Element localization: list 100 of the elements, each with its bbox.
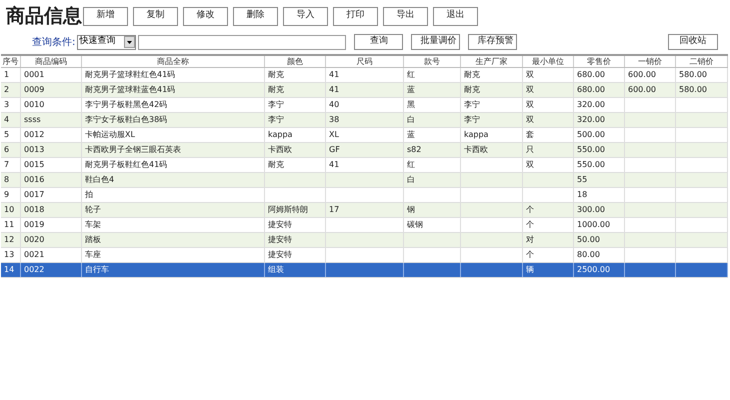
table-cell: 11 (4, 220, 14, 229)
table-cell: 耐克 (268, 70, 284, 79)
action-button[interactable]: 查询 (354, 34, 404, 50)
table-cell: GF (329, 145, 340, 154)
column-header[interactable]: 生产厂家 (461, 56, 523, 67)
table-cell: XL (329, 130, 339, 139)
toolbar-button[interactable]: 复制 (133, 6, 178, 26)
table-cell: 个 (526, 250, 534, 259)
table-cell: 5 (4, 130, 10, 139)
table-row[interactable]: 12 0020 踏板 捷安特 对 50.00 (1, 233, 728, 248)
table-cell: 320.00 (577, 100, 605, 109)
table-cell: 鞋白色4 (85, 175, 114, 184)
query-input[interactable] (138, 34, 346, 50)
table-cell: 40 (329, 100, 340, 109)
table-cell: 车架 (85, 220, 101, 229)
table-cell: 捷安特 (268, 250, 292, 259)
table-row[interactable]: 2 0009 耐克男子篮球鞋蓝色41码 耐克 41 蓝 耐克 双 680.00 600.00 580.00 (1, 83, 728, 98)
table-cell: 碳钢 (407, 220, 423, 229)
table-cell: 双 (526, 85, 534, 94)
toolbar-button[interactable]: 导出 (383, 6, 428, 26)
column-header[interactable]: 序号 (1, 56, 21, 67)
table-row[interactable]: 8 0016 鞋白色4 白 55 (1, 173, 728, 188)
table-cell: 12 (4, 235, 14, 244)
table-cell: 轮子 (85, 205, 101, 214)
table-cell: 0022 (24, 265, 44, 274)
table-cell: 红 (407, 70, 415, 79)
table-row[interactable]: 11 0019 车架 捷安特 碳钢 个 1000.00 (1, 218, 728, 233)
table-cell: 白 (407, 175, 415, 184)
table-cell: 辆 (526, 265, 534, 274)
table-cell: 红 (407, 160, 415, 169)
table-row[interactable]: 5 0012 卡帕运动服XL kappa XL 蓝 kappa 套 500.00 (1, 128, 728, 143)
table-row[interactable]: 10 0018 轮子 阿姆斯特朗 17 钢 个 300.00 (1, 203, 728, 218)
column-header[interactable]: 颜色 (265, 56, 326, 67)
table-cell: 双 (526, 70, 534, 79)
table-cell: 耐克 (464, 70, 480, 79)
table-cell: 680.00 (577, 85, 605, 94)
table-cell: 车座 (85, 250, 101, 259)
column-header[interactable]: 尺码 (326, 56, 404, 67)
table-cell: 只 (526, 145, 534, 154)
column-header[interactable]: 二销价 (676, 56, 728, 67)
table-cell: 钢 (407, 205, 415, 214)
table-cell: 耐克男子板鞋红色41码 (85, 160, 168, 169)
table-cell: 41 (329, 85, 340, 94)
table-row[interactable]: 6 0013 卡西欧男子全钢三眼石英表 卡西欧 GF s82 卡西欧 只 550.00 (1, 143, 728, 158)
table-row[interactable]: 4 ssss 李宁女子板鞋白色38码 李宁 38 白 李宁 双 320.00 (1, 113, 728, 128)
table-row[interactable]: 13 0021 车座 捷安特 个 80.00 (1, 248, 728, 263)
toolbar-button[interactable]: 删除 (233, 6, 278, 26)
column-header[interactable]: 商品编码 (21, 56, 82, 67)
toolbar-button[interactable]: 导入 (283, 6, 328, 26)
table-cell: 2 (4, 85, 10, 94)
table-cell: 320.00 (577, 115, 605, 124)
table-cell: 9 (4, 190, 10, 199)
table-cell: 双 (526, 115, 534, 124)
action-button[interactable]: 回收站 (668, 34, 718, 50)
table-cell: 41 (329, 160, 340, 169)
table-row[interactable]: 1 0001 耐克男子篮球鞋红色41码 耐克 41 红 耐克 双 680.00 600.00 580.00 (1, 68, 728, 83)
query-mode-dropdown[interactable]: 快速查询 (77, 34, 136, 50)
table-row[interactable]: 14 0022 自行车 组装 辆 2500.00 (1, 263, 728, 278)
table-cell: 对 (526, 235, 534, 244)
table-row[interactable]: 9 0017 拍 18 (1, 188, 728, 203)
table-cell: 8 (4, 175, 10, 184)
toolbar-button[interactable]: 新增 (83, 6, 128, 26)
table-cell: 13 (4, 250, 14, 259)
action-button[interactable]: 批量调价 (411, 34, 460, 50)
table-cell: 拍 (85, 190, 93, 199)
action-button[interactable]: 库存预警 (468, 34, 518, 50)
table-cell: 0016 (24, 175, 44, 184)
table-cell: 自行车 (85, 265, 109, 274)
table-cell: 双 (526, 160, 534, 169)
table-cell: 0020 (24, 235, 44, 244)
table-cell: 个 (526, 205, 534, 214)
table-cell: 0019 (24, 220, 44, 229)
toolbar-button[interactable]: 退出 (433, 6, 478, 26)
table-cell: 80.00 (577, 250, 600, 259)
toolbar-button[interactable]: 打印 (333, 6, 378, 26)
column-header[interactable]: 商品全称 (82, 56, 265, 67)
table-cell: 3 (4, 100, 10, 109)
column-header[interactable]: 最小单位 (523, 56, 574, 67)
column-header[interactable]: 零售价 (574, 56, 625, 67)
table-cell: 0021 (24, 250, 44, 259)
column-header[interactable]: 款号 (404, 56, 461, 67)
query-label: 查询条件: (32, 36, 76, 50)
table-cell: kappa (464, 130, 488, 139)
table-cell: 0001 (24, 70, 44, 79)
table-cell: 李宁男子板鞋黑色42码 (85, 100, 168, 109)
table-cell: 李宁 (268, 115, 284, 124)
table-cell: kappa (268, 130, 292, 139)
table-cell: 阿姆斯特朗 (268, 205, 308, 214)
toolbar-button[interactable]: 修改 (183, 6, 228, 26)
table-cell: 踏板 (85, 235, 101, 244)
table-cell: 耐克男子篮球鞋蓝色41码 (85, 85, 176, 94)
table-cell: 41 (329, 70, 340, 79)
table-cell: 蓝 (407, 130, 415, 139)
table-cell: 1 (4, 70, 10, 79)
table-row[interactable]: 7 0015 耐克男子板鞋红色41码 耐克 41 红 双 550.00 (1, 158, 728, 173)
table-row[interactable]: 3 0010 李宁男子板鞋黑色42码 李宁 40 黑 李宁 双 320.00 (1, 98, 728, 113)
table-cell: 耐克 (464, 85, 480, 94)
table-cell: 0009 (24, 85, 44, 94)
column-header[interactable]: 一销价 (625, 56, 676, 67)
table-cell: 55 (577, 175, 588, 184)
